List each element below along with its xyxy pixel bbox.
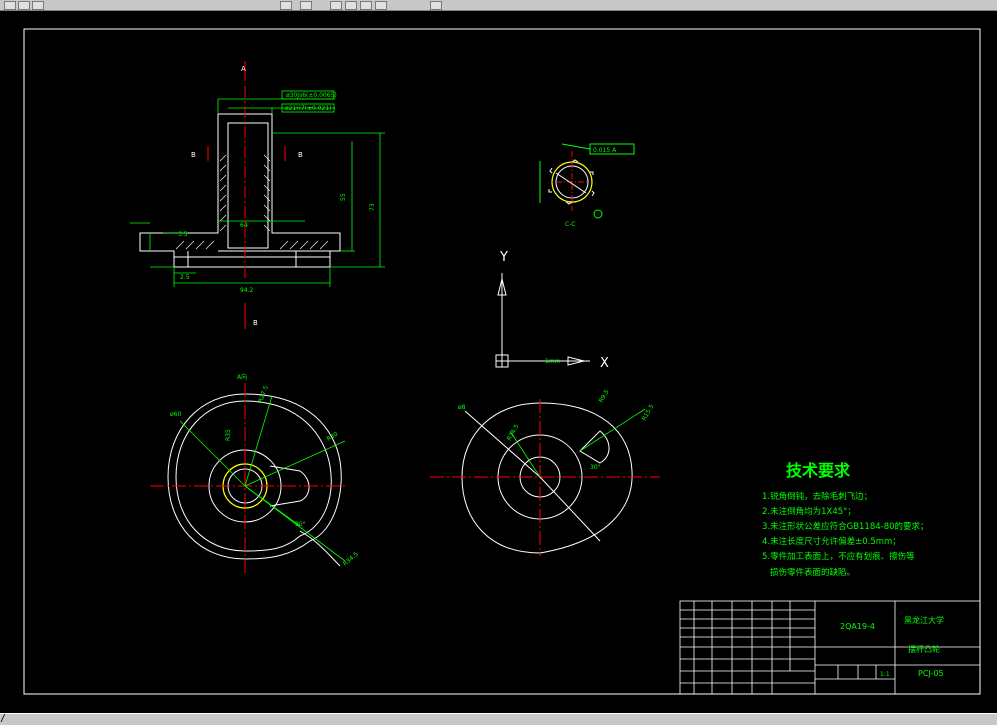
svg-text:R27.5: R27.5: [257, 385, 270, 404]
cad-drawing: ø30Js6(±0.0065) ø21H7(±0.021) 55 73 64 9…: [23, 28, 981, 695]
drawing-canvas[interactable]: ø30Js6(±0.0065) ø21H7(±0.021) 55 73 64 9…: [0, 11, 997, 713]
svg-text:ø21H7(±0.021): ø21H7(±0.021): [285, 105, 332, 112]
svg-text:1mm: 1mm: [545, 358, 561, 365]
section-hatching: [175, 154, 329, 250]
cam-view-right: [430, 399, 660, 556]
label-b-right: B: [298, 151, 303, 159]
command-line[interactable]: /: [0, 713, 997, 725]
toolbar-button[interactable]: [300, 1, 312, 10]
toolbar: [0, 0, 997, 11]
svg-text:R30: R30: [326, 431, 340, 443]
svg-text:2.5: 2.5: [180, 274, 190, 281]
svg-text:R9.5: R9.5: [598, 388, 611, 404]
svg-text:R35: R35: [225, 429, 232, 441]
svg-text:94.2: 94.2: [240, 287, 254, 294]
ucs-y-label: Y: [499, 250, 508, 265]
toolbar-button[interactable]: [330, 1, 342, 10]
tech-title: 技术要求: [786, 461, 851, 480]
label-a: A: [241, 65, 246, 73]
toolbar-button[interactable]: [32, 1, 44, 10]
toolbar-button[interactable]: [430, 1, 442, 10]
school-name: 黑龙江大学: [904, 615, 944, 625]
toolbar-button[interactable]: [360, 1, 372, 10]
svg-text:R34.5: R34.5: [342, 551, 360, 568]
section-dim-text: ø30Js6(±0.0065) ø21H7(±0.021) 55 73 64 9…: [178, 92, 376, 294]
tech-list: 1.锐角倒钝，去除毛刺飞边； 2.未注倒角均为1X45°； 3.未注形状公差应符…: [762, 491, 929, 578]
toolbar-button[interactable]: [280, 1, 292, 10]
part-number: 2QA19-4: [840, 622, 875, 631]
command-prompt: /: [0, 713, 7, 724]
svg-text:R15.5: R15.5: [641, 403, 656, 422]
tech-line: 损伤零件表面的缺陷。: [770, 567, 855, 578]
label-b-left: B: [191, 151, 196, 159]
tech-line: 2.未注倒角均为1X45°；: [762, 506, 856, 517]
svg-text:73: 73: [369, 203, 376, 211]
toolbar-button[interactable]: [345, 1, 357, 10]
ucs-x-label: X: [600, 356, 609, 371]
toolbar-button[interactable]: [375, 1, 387, 10]
svg-text:0.015 A: 0.015 A: [593, 147, 617, 154]
svg-text:ø60: ø60: [170, 411, 181, 418]
svg-text:30°: 30°: [295, 521, 306, 528]
ucs-icon: [495, 273, 590, 368]
spline-view: 0.015 A C-C: [539, 143, 635, 228]
tech-line: 1.锐角倒钝，去除毛刺飞边；: [762, 491, 872, 502]
svg-text:30°: 30°: [590, 464, 601, 471]
toolbar-button[interactable]: [4, 1, 16, 10]
drawing-number: PCJ-05: [918, 669, 944, 678]
tech-line: 3.未注形状公差应符合GB1184-80的要求；: [762, 521, 929, 532]
label-cc: C-C: [565, 221, 576, 228]
tech-line: 5.零件加工表面上，不应有划痕、擦伤等: [762, 551, 915, 562]
scale: 1:1: [880, 671, 890, 678]
svg-text:R34.5: R34.5: [506, 423, 521, 442]
label-view-a: A向: [237, 373, 247, 381]
svg-text:55: 55: [340, 193, 347, 201]
svg-text:ø8: ø8: [458, 404, 466, 411]
svg-text:64: 64: [240, 222, 248, 229]
toolbar-button[interactable]: [18, 1, 30, 10]
svg-text:ø30Js6(±0.0065): ø30Js6(±0.0065): [286, 92, 337, 99]
section-view: [139, 113, 341, 268]
section-dimensions: [130, 90, 385, 287]
part-name: 摆杆凸轮: [908, 644, 940, 654]
svg-text:3.5: 3.5: [178, 231, 188, 238]
label-b: B: [253, 319, 258, 327]
tech-line: 4.未注长度尺寸允许偏差±0.5mm；: [762, 536, 901, 547]
